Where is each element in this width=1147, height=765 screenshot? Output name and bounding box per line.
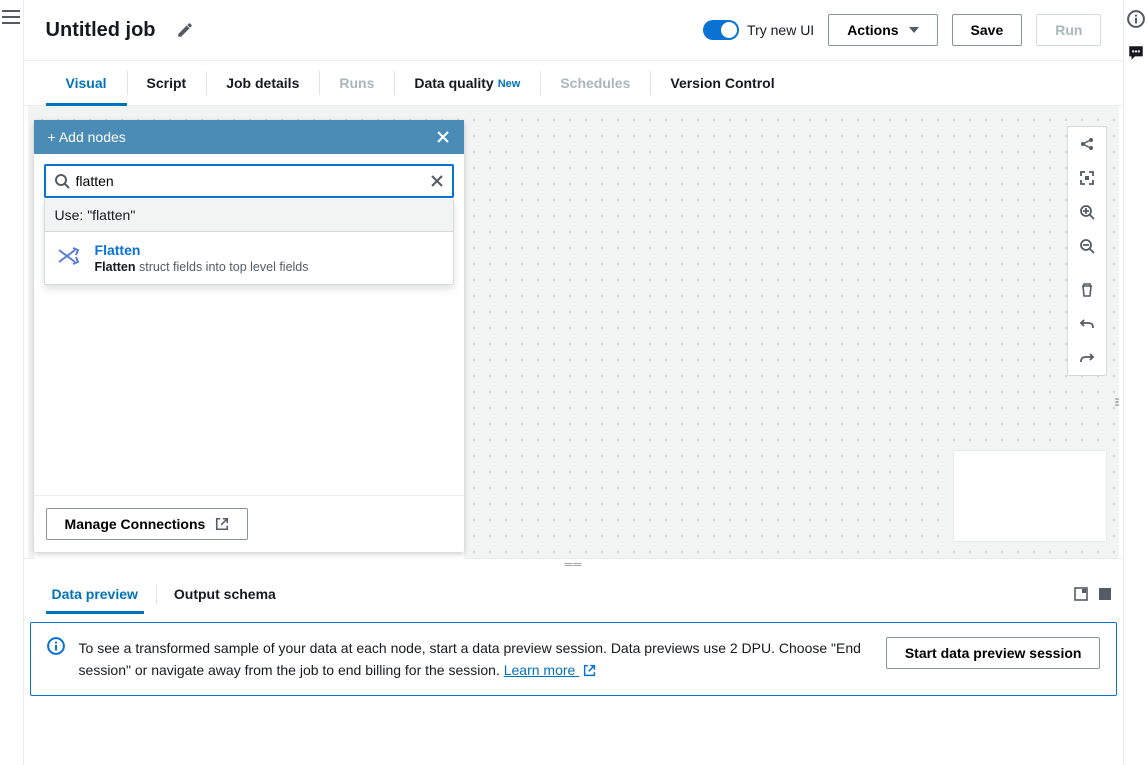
search-dropdown: Use: "flatten"	[44, 199, 454, 285]
actions-button[interactable]: Actions	[828, 14, 937, 46]
manage-connections-button[interactable]: Manage Connections	[46, 508, 249, 540]
search-field[interactable]	[70, 173, 430, 189]
tab-visual[interactable]: Visual	[46, 61, 127, 105]
learn-more-link[interactable]: Learn more	[504, 662, 596, 678]
popout-icon[interactable]	[1073, 586, 1089, 602]
tab-job-details[interactable]: Job details	[206, 61, 319, 105]
canvas-toolbar	[1067, 126, 1107, 376]
fit-view-icon[interactable]	[1068, 161, 1106, 195]
feedback-icon[interactable]	[1127, 44, 1145, 62]
data-preview-notice: To see a transformed sample of your data…	[30, 622, 1118, 696]
close-icon[interactable]	[436, 130, 450, 144]
menu-toggle-icon[interactable]	[2, 10, 20, 765]
chevron-down-icon	[909, 27, 919, 33]
canvas-minimap[interactable]	[953, 450, 1107, 542]
toggle-label: Try new UI	[747, 22, 814, 38]
primary-tabs: Visual Script Job details Runs Data qual…	[24, 60, 1124, 106]
zoom-in-icon[interactable]	[1068, 195, 1106, 229]
external-link-icon	[583, 664, 596, 677]
zoom-out-icon[interactable]	[1068, 229, 1106, 263]
search-result-flatten[interactable]: Flatten Flatten struct fields into top l…	[45, 232, 453, 284]
search-icon	[54, 173, 70, 189]
info-panel-icon[interactable]	[1127, 10, 1145, 28]
info-icon	[47, 637, 65, 655]
save-button[interactable]: Save	[952, 14, 1023, 46]
external-link-icon	[215, 517, 229, 531]
tab-runs: Runs	[319, 61, 394, 105]
try-new-ui-toggle[interactable]: Try new UI	[703, 20, 814, 40]
title-bar: Untitled job Try new UI Actions Save Run	[24, 0, 1124, 60]
share-icon[interactable]	[1068, 127, 1106, 161]
pencil-icon[interactable]	[176, 21, 194, 39]
tab-schedules: Schedules	[540, 61, 650, 105]
notice-text: To see a transformed sample of your data…	[79, 640, 861, 678]
panel-title: + Add nodes	[48, 129, 126, 145]
redo-icon[interactable]	[1068, 341, 1106, 375]
toggle-switch-icon[interactable]	[703, 20, 739, 40]
tab-script[interactable]: Script	[127, 61, 207, 105]
start-data-preview-button[interactable]: Start data preview session	[886, 637, 1101, 669]
use-query-option[interactable]: Use: "flatten"	[45, 199, 453, 232]
flatten-icon	[55, 242, 83, 270]
undo-icon[interactable]	[1068, 307, 1106, 341]
result-desc: Flatten struct fields into top level fie…	[95, 260, 309, 274]
clear-search-icon[interactable]	[430, 174, 444, 188]
tab-version-control[interactable]: Version Control	[650, 61, 794, 105]
maximize-icon[interactable]	[1097, 586, 1113, 602]
tab-data-preview[interactable]: Data preview	[34, 574, 156, 614]
bottom-tabs: Data preview Output schema	[24, 574, 1124, 614]
result-title: Flatten	[95, 242, 309, 258]
tab-data-quality[interactable]: Data qualityNew	[394, 61, 540, 105]
tab-output-schema[interactable]: Output schema	[156, 574, 294, 614]
delete-icon[interactable]	[1068, 273, 1106, 307]
run-button: Run	[1036, 14, 1101, 46]
vertical-resize-handle[interactable]	[1114, 396, 1120, 408]
add-nodes-panel: + Add nodes	[34, 120, 464, 552]
job-title: Untitled job	[46, 19, 156, 42]
node-search-input[interactable]	[44, 164, 454, 198]
